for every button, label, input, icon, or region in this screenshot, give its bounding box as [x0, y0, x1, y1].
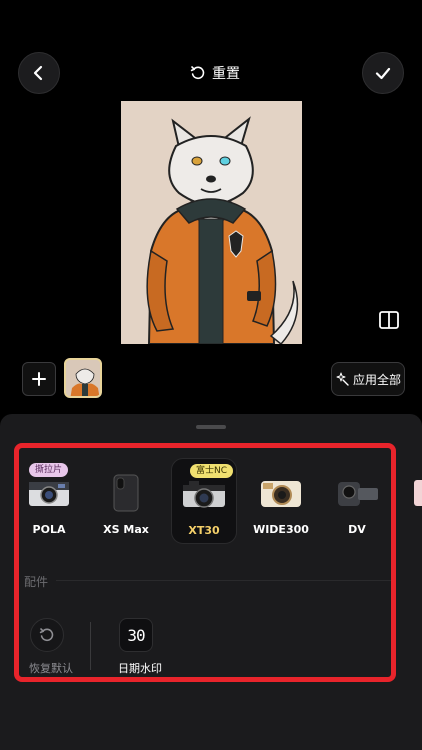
camera-item-partial[interactable] — [404, 458, 422, 544]
back-button[interactable] — [18, 52, 60, 94]
reset-icon — [190, 66, 205, 80]
confirm-button[interactable] — [362, 52, 404, 94]
camera-item-xt30[interactable]: 富士NC XT30 — [171, 458, 237, 544]
date-watermark-button[interactable]: 30 日期水印 — [110, 618, 170, 676]
apply-all-label: 应用全部 — [352, 372, 401, 387]
phone-icon — [113, 474, 139, 512]
camera-list[interactable]: 撕拉片 POLA XS Max 富士NC XT30 WIDE300 DV — [0, 458, 422, 548]
camera-icon — [414, 480, 422, 506]
photo-thumbnail[interactable] — [64, 358, 102, 398]
camera-label: DV — [348, 523, 366, 536]
camera-item-wide300[interactable]: WIDE300 — [248, 458, 314, 544]
compare-icon[interactable] — [378, 310, 400, 330]
drag-handle[interactable] — [196, 425, 226, 429]
instant-camera-icon — [29, 482, 69, 506]
camera-label: XS Max — [103, 523, 149, 536]
vertical-divider — [90, 622, 91, 670]
date-30-icon: 30 — [119, 618, 153, 652]
chevron-left-icon — [33, 65, 43, 81]
camera-label: XT30 — [188, 524, 220, 537]
accessory-label: 恢复默认 — [29, 662, 73, 675]
section-divider — [56, 580, 396, 581]
restore-default-button[interactable]: 恢复默认 — [21, 618, 81, 676]
add-photo-button[interactable] — [22, 362, 56, 396]
reset-label: 重置 — [212, 66, 240, 82]
camera-item-xs-max[interactable]: XS Max — [93, 458, 159, 544]
camcorder-icon — [338, 482, 378, 506]
magic-wand-icon — [336, 372, 349, 386]
mirrorless-camera-icon — [183, 481, 225, 508]
reset-button[interactable]: 重置 — [190, 62, 240, 84]
apply-all-button[interactable]: 应用全部 — [331, 362, 405, 396]
accessory-label: 日期水印 — [118, 662, 162, 675]
camera-item-pola[interactable]: 撕拉片 POLA — [16, 458, 82, 544]
camera-label: POLA — [32, 523, 66, 536]
wide-instant-camera-icon — [261, 481, 301, 507]
plus-icon — [32, 372, 46, 386]
check-icon — [375, 67, 391, 80]
accessories-section-label: 配件 — [24, 575, 49, 589]
camera-item-dv[interactable]: DV — [324, 458, 390, 544]
preview-photo — [121, 101, 302, 344]
camera-label: WIDE300 — [253, 523, 309, 536]
reset-icon — [39, 628, 54, 642]
